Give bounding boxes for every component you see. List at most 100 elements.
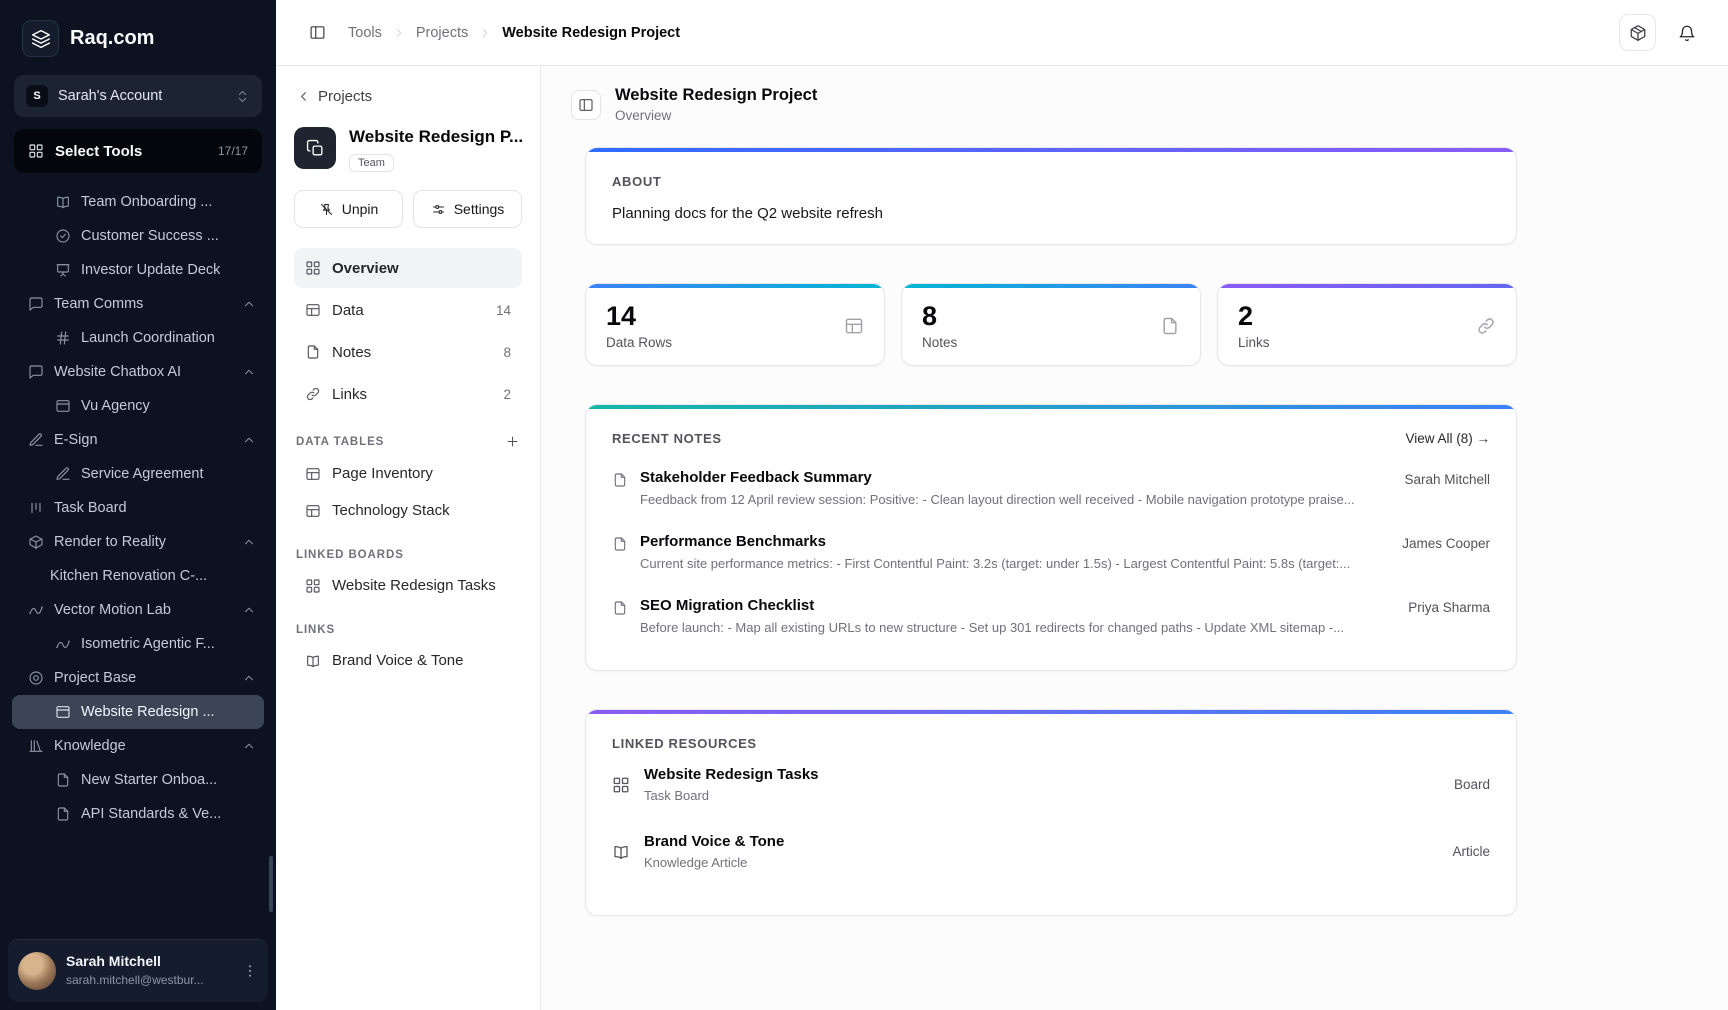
sidebar-item-investor-update-deck[interactable]: Investor Update Deck <box>12 253 264 287</box>
chevron-left-icon <box>296 89 311 104</box>
sidebar-item-website-redesign[interactable]: Website Redesign ... <box>12 695 264 729</box>
note-snippet: Feedback from 12 April review session: P… <box>640 492 1374 507</box>
sidebar-item-task-board[interactable]: Task Board <box>12 491 264 525</box>
stat-card-notes[interactable]: 8 Notes <box>901 283 1201 366</box>
stat-label: Notes <box>922 335 957 350</box>
add-table-button[interactable] <box>505 434 520 449</box>
tab-notes[interactable]: Notes 8 <box>294 332 522 372</box>
sidebar-group-label: E-Sign <box>54 432 98 448</box>
sidebar-item-label: Vu Agency <box>81 398 150 414</box>
settings-button[interactable]: Settings <box>413 190 522 228</box>
account-switcher[interactable]: S Sarah's Account <box>14 75 262 117</box>
sidebar-item-vu-agency[interactable]: Vu Agency <box>12 389 264 423</box>
sidebar-item-kitchen-renovation[interactable]: Kitchen Renovation C-... <box>12 559 264 593</box>
data-table-page-inventory[interactable]: Page Inventory <box>294 455 522 492</box>
notifications-button[interactable] <box>1672 18 1702 48</box>
resource-title: Brand Voice & Tone <box>644 833 784 850</box>
project-header: Website Redesign P... Team <box>294 127 522 172</box>
note-title: Performance Benchmarks <box>640 533 1372 550</box>
resource-row-website-redesign-tasks[interactable]: Website Redesign Tasks Task Board Board <box>612 751 1490 818</box>
chevron-up-icon <box>242 297 256 311</box>
linked-board-website-redesign-tasks[interactable]: Website Redesign Tasks <box>294 567 522 604</box>
sidebar-item-api-standards[interactable]: API Standards & Ve... <box>12 797 264 831</box>
note-author: Priya Sharma <box>1408 600 1490 615</box>
breadcrumb-tools[interactable]: Tools <box>348 25 382 41</box>
topbar-actions <box>1619 14 1702 51</box>
resource-type: Article <box>1452 844 1490 859</box>
note-row[interactable]: SEO Migration Checklist Before launch: -… <box>612 584 1490 648</box>
stat-card-links[interactable]: 2 Links <box>1217 283 1517 366</box>
tab-data[interactable]: Data 14 <box>294 290 522 330</box>
cards-column: ABOUT Planning docs for the Q2 website r… <box>585 147 1517 916</box>
avatar <box>18 952 56 990</box>
sidebar-item-isometric-agentic[interactable]: Isometric Agentic F... <box>12 627 264 661</box>
user-menu[interactable]: Sarah Mitchell sarah.mitchell@westbur... <box>8 939 268 1002</box>
data-table-technology-stack[interactable]: Technology Stack <box>294 492 522 529</box>
resource-body: Website Redesign Tasks Task Board <box>644 766 819 803</box>
stat-card-data-rows[interactable]: 14 Data Rows <box>585 283 885 366</box>
table-icon <box>305 466 321 482</box>
note-row[interactable]: Performance Benchmarks Current site perf… <box>612 520 1490 584</box>
panel-left-icon <box>578 97 594 113</box>
chevron-up-icon <box>242 365 256 379</box>
chat-icon <box>28 364 44 380</box>
target-icon <box>28 670 44 686</box>
view-all-notes-link[interactable]: View All (8) → <box>1405 431 1490 446</box>
sidebar-item-service-agreement[interactable]: Service Agreement <box>12 457 264 491</box>
vector-wave-icon <box>28 602 44 618</box>
sidebar-item-label: Website Redesign ... <box>81 704 215 720</box>
sidebar-toggle-button[interactable] <box>302 18 332 48</box>
sidebar-item-launch-coordination[interactable]: Launch Coordination <box>12 321 264 355</box>
tab-links[interactable]: Links 2 <box>294 374 522 414</box>
resource-title: Website Redesign Tasks <box>644 766 819 783</box>
chevron-up-icon <box>242 739 256 753</box>
note-body: SEO Migration Checklist Before launch: -… <box>640 597 1378 635</box>
link-brand-voice-tone[interactable]: Brand Voice & Tone <box>294 642 522 679</box>
sidebar-group-website-chatbox-ai[interactable]: Website Chatbox AI <box>12 355 264 389</box>
sidebar-item-label: Task Board <box>54 500 127 516</box>
chevron-up-icon <box>242 671 256 685</box>
sidebar-group-vector-motion-lab[interactable]: Vector Motion Lab <box>12 593 264 627</box>
sidebar-item-customer-success[interactable]: Customer Success ... <box>12 219 264 253</box>
stat-text: 14 Data Rows <box>606 301 672 350</box>
sidebar-group-knowledge[interactable]: Knowledge <box>12 729 264 763</box>
file-text-icon <box>55 806 71 822</box>
select-tools-button[interactable]: Select Tools 17/17 <box>14 129 262 173</box>
resource-row-brand-voice-tone[interactable]: Brand Voice & Tone Knowledge Article Art… <box>612 818 1490 885</box>
grid-icon <box>612 776 630 794</box>
sidebar-item-team-onboarding[interactable]: Team Onboarding ... <box>12 185 264 219</box>
sidebar-item-label: Service Agreement <box>81 466 204 482</box>
book-open-icon <box>55 194 71 210</box>
note-snippet: Current site performance metrics: - Firs… <box>640 556 1372 571</box>
tab-count: 2 <box>503 387 511 402</box>
tab-overview[interactable]: Overview <box>294 248 522 288</box>
brand-name: Raq.com <box>70 27 154 50</box>
grid-icon <box>305 578 321 594</box>
sidebar-group-e-sign[interactable]: E-Sign <box>12 423 264 457</box>
tab-label: Links <box>332 386 367 403</box>
kebab-menu-icon[interactable] <box>242 963 258 979</box>
vector-wave-icon <box>55 636 71 652</box>
table-icon <box>305 302 321 318</box>
breadcrumb-projects[interactable]: Projects <box>416 25 468 41</box>
account-initial-badge: S <box>26 85 48 107</box>
sidebar-group-render-to-reality[interactable]: Render to Reality <box>12 525 264 559</box>
integrations-button[interactable] <box>1619 14 1656 51</box>
sidebar-group-label: Team Comms <box>54 296 143 312</box>
user-email: sarah.mitchell@westbur... <box>66 973 204 987</box>
unpin-button[interactable]: Unpin <box>294 190 403 228</box>
sidebar-item-new-starter-onboarding[interactable]: New Starter Onboa... <box>12 763 264 797</box>
stats-row: 14 Data Rows 8 Notes <box>585 283 1517 366</box>
hash-icon <box>55 330 71 346</box>
pin-off-icon <box>319 202 334 217</box>
project-title-block: Website Redesign P... Team <box>349 127 523 172</box>
sidebar-scrollbar-thumb[interactable] <box>269 856 273 912</box>
note-row[interactable]: Stakeholder Feedback Summary Feedback fr… <box>612 456 1490 520</box>
bell-icon <box>1678 24 1696 42</box>
sidebar-group-team-comms[interactable]: Team Comms <box>12 287 264 321</box>
back-to-projects-link[interactable]: Projects <box>296 88 520 105</box>
project-view-button[interactable] <box>571 90 601 120</box>
sidebar-item-label: Isometric Agentic F... <box>81 636 215 652</box>
stat-label: Data Rows <box>606 335 672 350</box>
sidebar-group-project-base[interactable]: Project Base <box>12 661 264 695</box>
